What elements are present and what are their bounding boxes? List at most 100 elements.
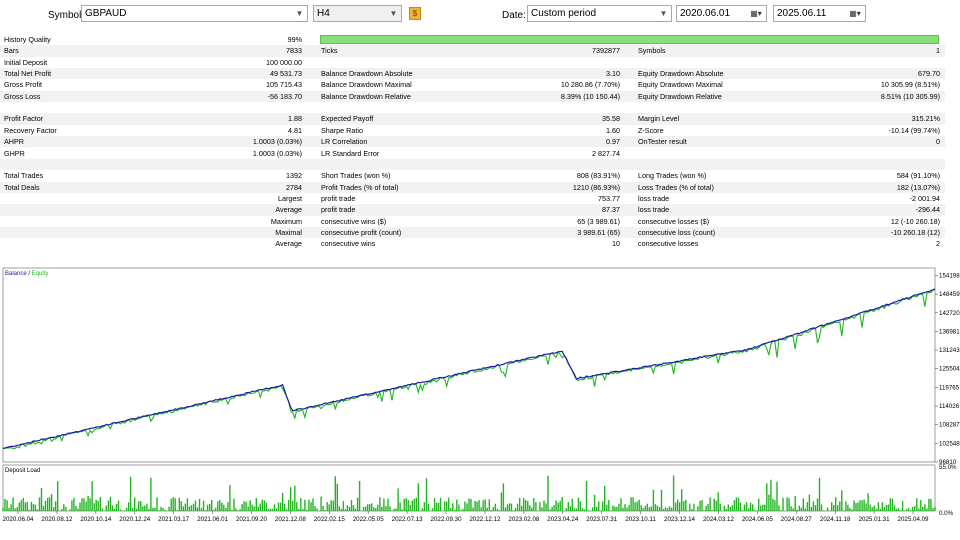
report-row: Initial Deposit 100 000.00 — [0, 57, 945, 68]
y-tick-label: 108287 — [939, 422, 960, 429]
report-cell-c1v: -56 183.70 — [267, 91, 302, 101]
report-cell-c1v: Average — [275, 239, 302, 249]
report-cell-c1l: Bars — [4, 46, 19, 56]
x-tick-label: 2021.03.17 — [158, 516, 190, 523]
report-cell-c2v: 87.37 — [602, 205, 620, 215]
report-row: AHPR 1.0003 (0.03%) LR Correlation 0.97 OnTe… — [0, 136, 945, 148]
y-tick-label: 125504 — [939, 366, 960, 373]
report-row: Largest profit trade 753.77 loss trade -2 00… — [0, 193, 945, 204]
x-tick-label: 2024.08.27 — [781, 516, 813, 523]
y-tick-label: 131243 — [939, 347, 960, 354]
report-cell-c1v: Average — [275, 205, 302, 215]
report-row: Total Net Profit 49 531.73 Balance Drawdow… — [0, 68, 945, 80]
report-cell-c3v — [790, 102, 940, 113]
lock-icon[interactable]: $ — [409, 7, 421, 20]
x-tick-label: 2023.12.14 — [664, 516, 696, 523]
chevron-down-icon[interactable]: ▼ — [292, 6, 307, 21]
report-cell-c3v: 0 — [936, 137, 940, 147]
x-tick-label: 2022.02.15 — [314, 516, 346, 523]
deposit-load-title: Deposit Load — [5, 468, 40, 474]
report-row — [0, 102, 945, 113]
date-from-field[interactable]: 2020.06.01 ▦▾ — [676, 5, 767, 22]
report-cell-c1l: Total Net Profit — [4, 69, 52, 79]
x-tick-label: 2021.12.08 — [275, 516, 307, 523]
report-cell-c3v: 10 305.99 (8.51%) — [880, 80, 940, 90]
date-from-value: 2020.06.01 — [680, 8, 731, 19]
history-quality-row: History Quality 99% — [0, 34, 945, 45]
x-tick-label: 2021.06.01 — [197, 516, 229, 523]
price-plot-frame — [2, 267, 936, 463]
x-tick-label: 2022.09.30 — [431, 516, 463, 523]
report-cell-c3v — [790, 57, 940, 68]
report-cell-c3v: 584 (91.10%) — [896, 171, 940, 181]
report-cell-c1l — [4, 204, 154, 215]
report-row: Total Trades 1392 Short Trades (won %) 808 … — [0, 170, 945, 181]
settings-toolbar: Symbol: GBPAUD ▼ H4 ▼ $ Date: Custom per… — [0, 0, 960, 32]
load-tick-label: 55.0% — [939, 464, 957, 471]
report-cell-c1v: 1.88 — [288, 114, 302, 124]
history-quality-bar — [320, 35, 939, 44]
x-tick-label: 2022.07.13 — [392, 516, 424, 523]
report-cell-c1l — [4, 238, 154, 249]
timeframe-value: H4 — [317, 8, 330, 19]
report-cell-c1v: 2784 — [286, 182, 302, 192]
balance-equity-chart: 154198 148459 142720 136981 131243 125504 1197… — [0, 266, 960, 540]
report-cell-c1l — [4, 216, 154, 227]
report-row — [0, 158, 945, 171]
report-cell-c1l: Total Deals — [4, 182, 40, 192]
report-cell-c3v: 1 — [936, 46, 940, 56]
report-cell-c1v: 100 000.00 — [266, 57, 302, 67]
report-cell-c2v: 10 280.86 (7.70%) — [560, 80, 620, 90]
report-cell-c3v: 315.21% — [911, 114, 940, 124]
report-cell-c1l — [4, 159, 154, 170]
report-row: Gross Loss -56 183.70 Balance Drawdown Rel… — [0, 90, 945, 103]
report-row: Average consecutive wins 10 consecutive los… — [0, 238, 945, 249]
report-row: Profit Factor 1.88 Expected Payoff 35.58 Mar… — [0, 113, 945, 125]
period-select[interactable]: Custom period ▼ — [527, 5, 672, 22]
chevron-down-icon[interactable]: ▼ — [656, 6, 671, 21]
report-cell-c1l: Initial Deposit — [4, 57, 48, 67]
report-cell-c2v: 3 989.61 (65) — [577, 227, 620, 237]
x-tick-label: 2023.10.11 — [625, 516, 656, 523]
report-cell-c1l — [4, 193, 154, 204]
x-tick-label: 2020.08.12 — [41, 516, 73, 523]
report-row: Average profit trade 87.37 loss trade -296.4… — [0, 204, 945, 216]
report-cell-c1l — [4, 102, 154, 113]
report-cell-c1l: Gross Loss — [4, 91, 41, 101]
report-cell-c1v: 7833 — [286, 46, 302, 56]
y-tick-label: 142720 — [939, 310, 960, 317]
report-cell-c2v: 1210 (86.93%) — [572, 182, 620, 192]
report-cell-c1l: AHPR — [4, 137, 24, 147]
report-cell-c2v: 808 (83.91%) — [576, 171, 620, 181]
calendar-icon[interactable]: ▦▾ — [747, 7, 765, 20]
date-to-field[interactable]: 2025.06.11 ▦▾ — [773, 5, 866, 22]
report-cell-c3v: 8.51% (10 305.99) — [880, 91, 940, 101]
report-cell-c1v: 4.81 — [288, 125, 302, 135]
report-cell-c3v: -2 001.94 — [909, 193, 940, 203]
report-cell-c1v — [200, 159, 302, 170]
report-cell-c2v: 35.58 — [602, 114, 620, 124]
y-tick-label: 102548 — [939, 440, 960, 447]
symbol-select[interactable]: GBPAUD ▼ — [81, 5, 308, 22]
report-cell-c2v: 753.77 — [598, 193, 620, 203]
report-cell-c2v: 7392877 — [592, 46, 620, 56]
report-row: Total Deals 2784 Profit Trades (% of total… — [0, 181, 945, 193]
symbol-value: GBPAUD — [85, 8, 127, 19]
report-row: Maximum consecutive wins ($) 65 (3 989.61)… — [0, 216, 945, 227]
report-cell-c2v: 1.60 — [606, 125, 620, 135]
report-cell-c3v: -296.44 — [915, 205, 940, 215]
report-row: Recovery Factor 4.81 Sharpe Ratio 1.60 Z-Sco… — [0, 125, 945, 136]
report-cell-c1v — [200, 102, 302, 113]
report-row: GHPR 1.0003 (0.03%) LR Standard Error 2 827… — [0, 148, 945, 159]
timeframe-select[interactable]: H4 ▼ — [313, 5, 402, 22]
x-tick-label: 2024.06.05 — [742, 516, 774, 523]
chart-canvas: 154198 148459 142720 136981 131243 125504 1197… — [2, 267, 960, 523]
x-tick-label: 2022.05.05 — [353, 516, 385, 523]
calendar-icon[interactable]: ▦▾ — [846, 7, 864, 20]
history-quality-label: History Quality — [4, 35, 51, 44]
report-cell-c2v: 0.97 — [606, 137, 620, 147]
report-cell-c2v — [480, 159, 620, 170]
chevron-down-icon[interactable]: ▼ — [386, 6, 401, 21]
report-cell-c3v: 12 (-10 260.18) — [890, 216, 940, 226]
report-cell-c3v: -10 260.18 (12) — [890, 227, 940, 237]
